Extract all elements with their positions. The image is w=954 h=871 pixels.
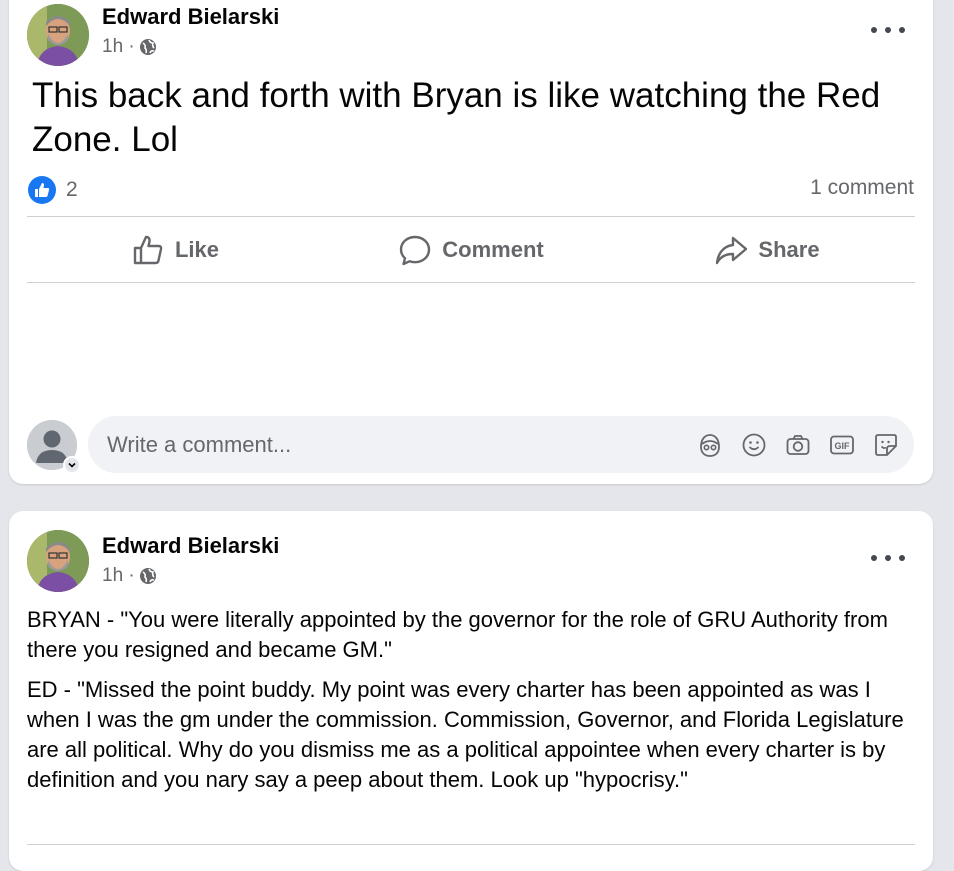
- post-meta: 1h ·: [102, 36, 157, 58]
- gif-icon[interactable]: GIF: [829, 432, 855, 458]
- like-reaction-icon: [28, 176, 56, 204]
- more-options-icon[interactable]: [871, 20, 905, 40]
- divider: [27, 216, 915, 217]
- reaction-count: 2: [66, 178, 78, 201]
- avatar-sticker-icon[interactable]: [697, 432, 723, 458]
- divider: [27, 844, 915, 845]
- post-meta: 1h ·: [102, 565, 157, 587]
- comment-label: Comment: [442, 237, 544, 262]
- avatar-icon[interactable]: [27, 420, 81, 474]
- post-actions: Like Comment Share: [27, 218, 915, 282]
- share-button[interactable]: Share: [619, 218, 915, 282]
- author-avatar[interactable]: [27, 4, 89, 66]
- thumbs-up-icon: [133, 235, 163, 265]
- comment-placeholder: Write a comment...: [107, 431, 292, 457]
- share-arrow-icon: [716, 236, 748, 265]
- post-paragraph-2: ED - "Missed the point buddy. My point w…: [27, 677, 904, 792]
- share-label: Share: [758, 237, 820, 262]
- post-time[interactable]: 1h ·: [102, 36, 135, 58]
- post-text: This back and forth with Bryan is like w…: [32, 76, 881, 159]
- like-button[interactable]: Like: [27, 218, 323, 282]
- comment-tools: GIF: [697, 432, 899, 458]
- author-avatar[interactable]: [27, 530, 89, 592]
- chevron-down-icon[interactable]: [63, 456, 81, 474]
- comment-count-link[interactable]: 1 comment: [810, 176, 914, 200]
- post-paragraph-1: BRYAN - "You were literally appointed by…: [27, 607, 888, 662]
- comment-input[interactable]: Write a comment... GIF: [88, 416, 914, 473]
- like-label: Like: [174, 237, 220, 262]
- sticker-icon[interactable]: [873, 432, 899, 458]
- reaction-summary[interactable]: 2: [28, 176, 78, 204]
- post-author[interactable]: Edward Bielarski: [102, 4, 279, 30]
- divider: [27, 282, 915, 283]
- post-card-1: Edward Bielarski 1h · This back and fort…: [9, 0, 933, 484]
- more-options-icon[interactable]: [871, 548, 905, 568]
- svg-text:GIF: GIF: [835, 441, 851, 451]
- post-author[interactable]: Edward Bielarski: [102, 533, 279, 559]
- globe-icon: [139, 38, 157, 56]
- camera-icon[interactable]: [785, 432, 811, 458]
- comment-bubble-icon: [400, 235, 431, 266]
- comment-button[interactable]: Comment: [323, 218, 619, 282]
- post-time[interactable]: 1h ·: [102, 565, 135, 587]
- globe-icon: [139, 567, 157, 585]
- emoji-icon[interactable]: [741, 432, 767, 458]
- post-card-2: Edward Bielarski 1h · BRYAN - "You were …: [9, 511, 933, 871]
